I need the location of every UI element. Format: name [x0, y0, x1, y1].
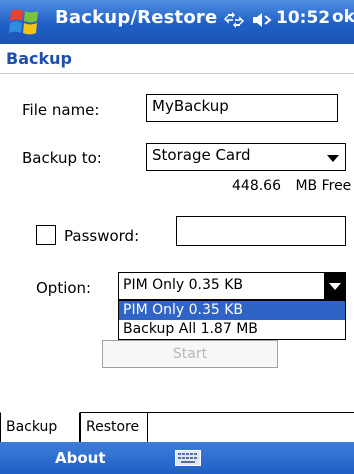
file-name-input[interactable]: MyBackup [146, 94, 338, 122]
tab-restore[interactable]: Restore [80, 412, 148, 443]
section-header: Backup [0, 44, 354, 74]
password-checkbox[interactable] [36, 225, 56, 245]
about-menu-button[interactable]: About [55, 449, 106, 467]
free-space-unit: MB Free [295, 178, 352, 194]
windows-flag-icon[interactable] [8, 6, 42, 38]
free-space-value: 448.66 [232, 178, 281, 194]
tab-backup[interactable]: Backup [0, 412, 80, 443]
backup-to-label: Backup to: [22, 149, 102, 167]
password-label: Password: [64, 227, 140, 245]
clock[interactable]: 10:52 [276, 8, 330, 28]
backup-to-value: Storage Card [152, 146, 251, 164]
volume-icon[interactable] [251, 10, 273, 30]
title-bar: Backup/Restore 10:52 ok [0, 0, 354, 44]
connectivity-icon[interactable] [224, 10, 244, 30]
ok-button[interactable]: ok [332, 7, 354, 27]
free-space: 448.66 MB Free [232, 178, 351, 194]
option-label: Option: [36, 279, 92, 297]
menu-bar: About [0, 442, 354, 474]
file-name-label: File name: [22, 101, 100, 119]
option-selected-value: PIM Only 0.35 KB [123, 277, 244, 293]
option-list-item[interactable]: Backup All 1.87 MB [119, 320, 345, 339]
password-input[interactable] [176, 216, 346, 246]
backup-to-select[interactable]: Storage Card [146, 143, 346, 171]
start-button[interactable]: Start [102, 340, 278, 368]
option-select[interactable]: PIM Only 0.35 KB [118, 272, 346, 300]
chevron-down-icon[interactable] [329, 283, 341, 290]
page-title: Backup [6, 49, 72, 68]
tab-bar: Backup Restore [0, 412, 354, 443]
chevron-down-icon[interactable] [327, 155, 339, 162]
option-list-item[interactable]: PIM Only 0.35 KB [119, 301, 345, 320]
keyboard-icon[interactable] [175, 450, 201, 466]
app-title: Backup/Restore [55, 7, 218, 28]
option-dropdown-list: PIM Only 0.35 KB Backup All 1.87 MB [118, 300, 346, 340]
